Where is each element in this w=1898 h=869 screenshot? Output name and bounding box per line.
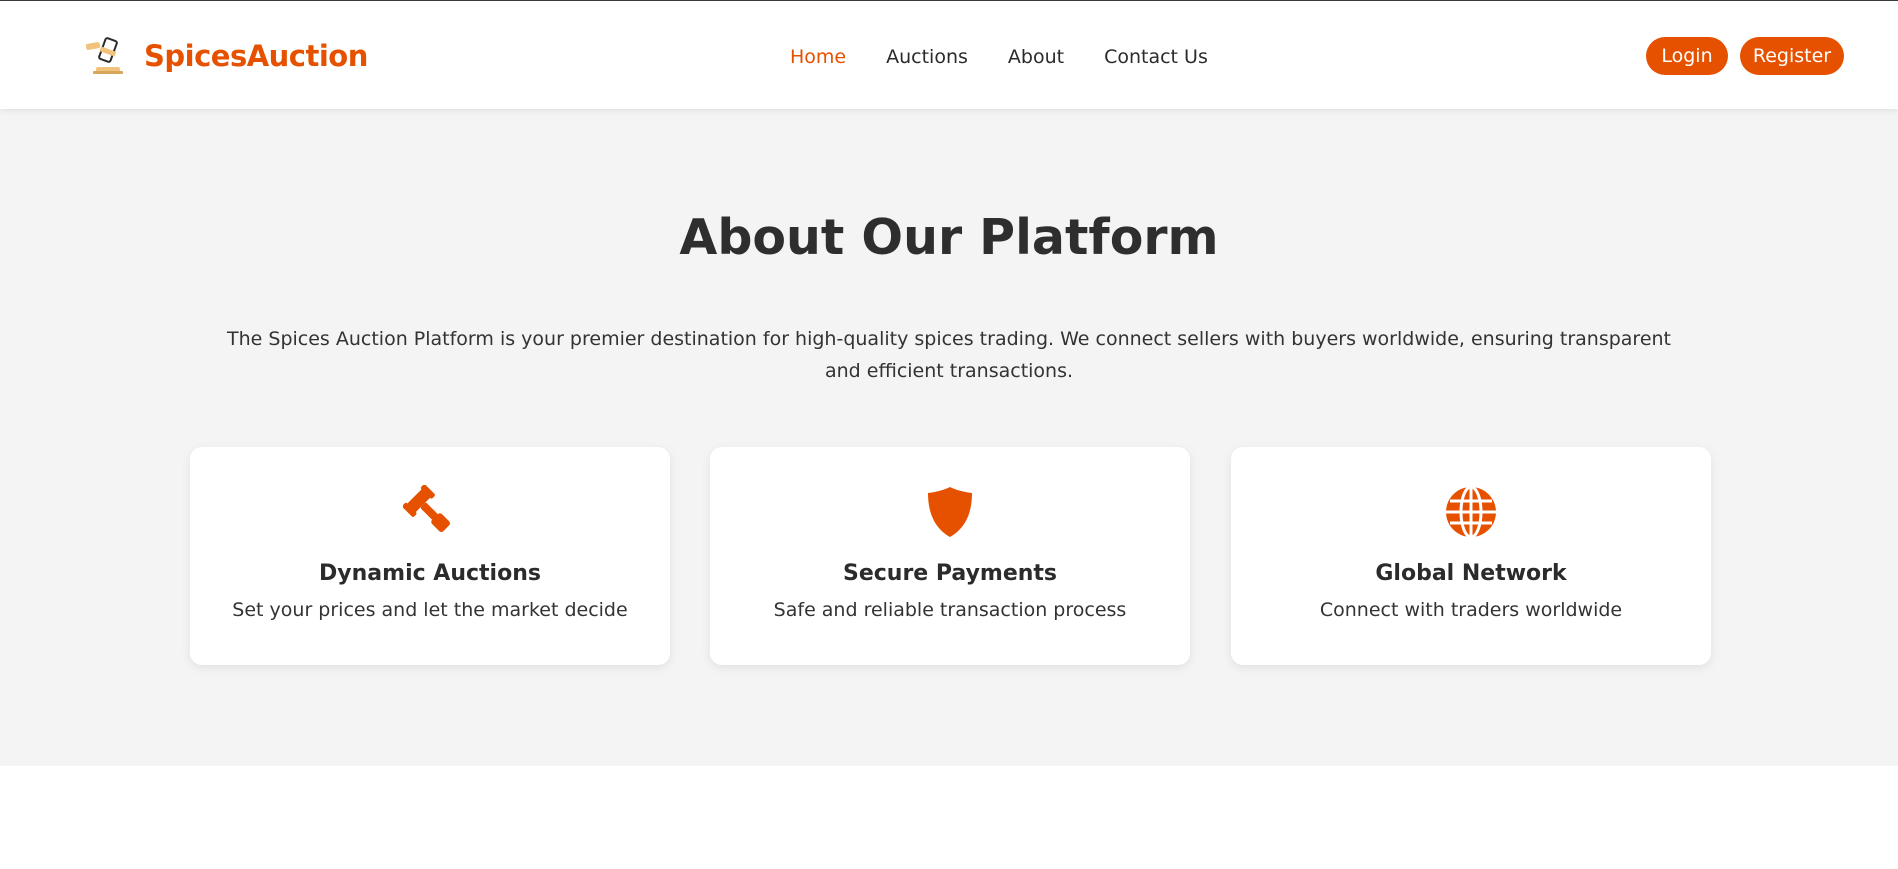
register-button[interactable]: Register	[1740, 37, 1844, 75]
feature-text: Set your prices and let the market decid…	[232, 599, 628, 621]
login-button[interactable]: Login	[1646, 37, 1728, 75]
feature-card-dynamic-auctions: Dynamic Auctions Set your prices and let…	[190, 447, 670, 665]
brand-logo[interactable]: SpicesAuction	[84, 37, 368, 75]
about-section: About Our Platform The Spices Auction Pl…	[0, 109, 1898, 766]
gavel-icon	[403, 485, 450, 532]
main-nav: Home Auctions About Contact Us	[790, 46, 1248, 68]
gavel-logo-icon	[85, 37, 123, 74]
nav-item-home[interactable]: Home	[790, 46, 846, 68]
feature-title: Secure Payments	[842, 561, 1058, 586]
globe-icon	[1446, 485, 1496, 539]
feature-title: Dynamic Auctions	[319, 561, 541, 586]
about-title: About Our Platform	[679, 209, 1219, 266]
feature-title: Global Network	[1375, 561, 1567, 586]
brand-name: SpicesAuction	[144, 39, 368, 73]
feature-text: Safe and reliable transaction process	[773, 599, 1127, 621]
site-header: SpicesAuction Home Auctions About Contac…	[0, 1, 1898, 109]
feature-card-global-network: Global Network Connect with traders worl…	[1231, 447, 1711, 665]
shield-icon	[928, 487, 972, 537]
nav-item-about[interactable]: About	[1008, 46, 1064, 68]
about-description: The Spices Auction Platform is your prem…	[227, 328, 1671, 382]
nav-item-auctions[interactable]: Auctions	[886, 46, 968, 68]
nav-item-contact-us[interactable]: Contact Us	[1104, 46, 1208, 68]
feature-text: Connect with traders worldwide	[1319, 599, 1623, 621]
feature-card-secure-payments: Secure Payments Safe and reliable transa…	[710, 447, 1190, 665]
